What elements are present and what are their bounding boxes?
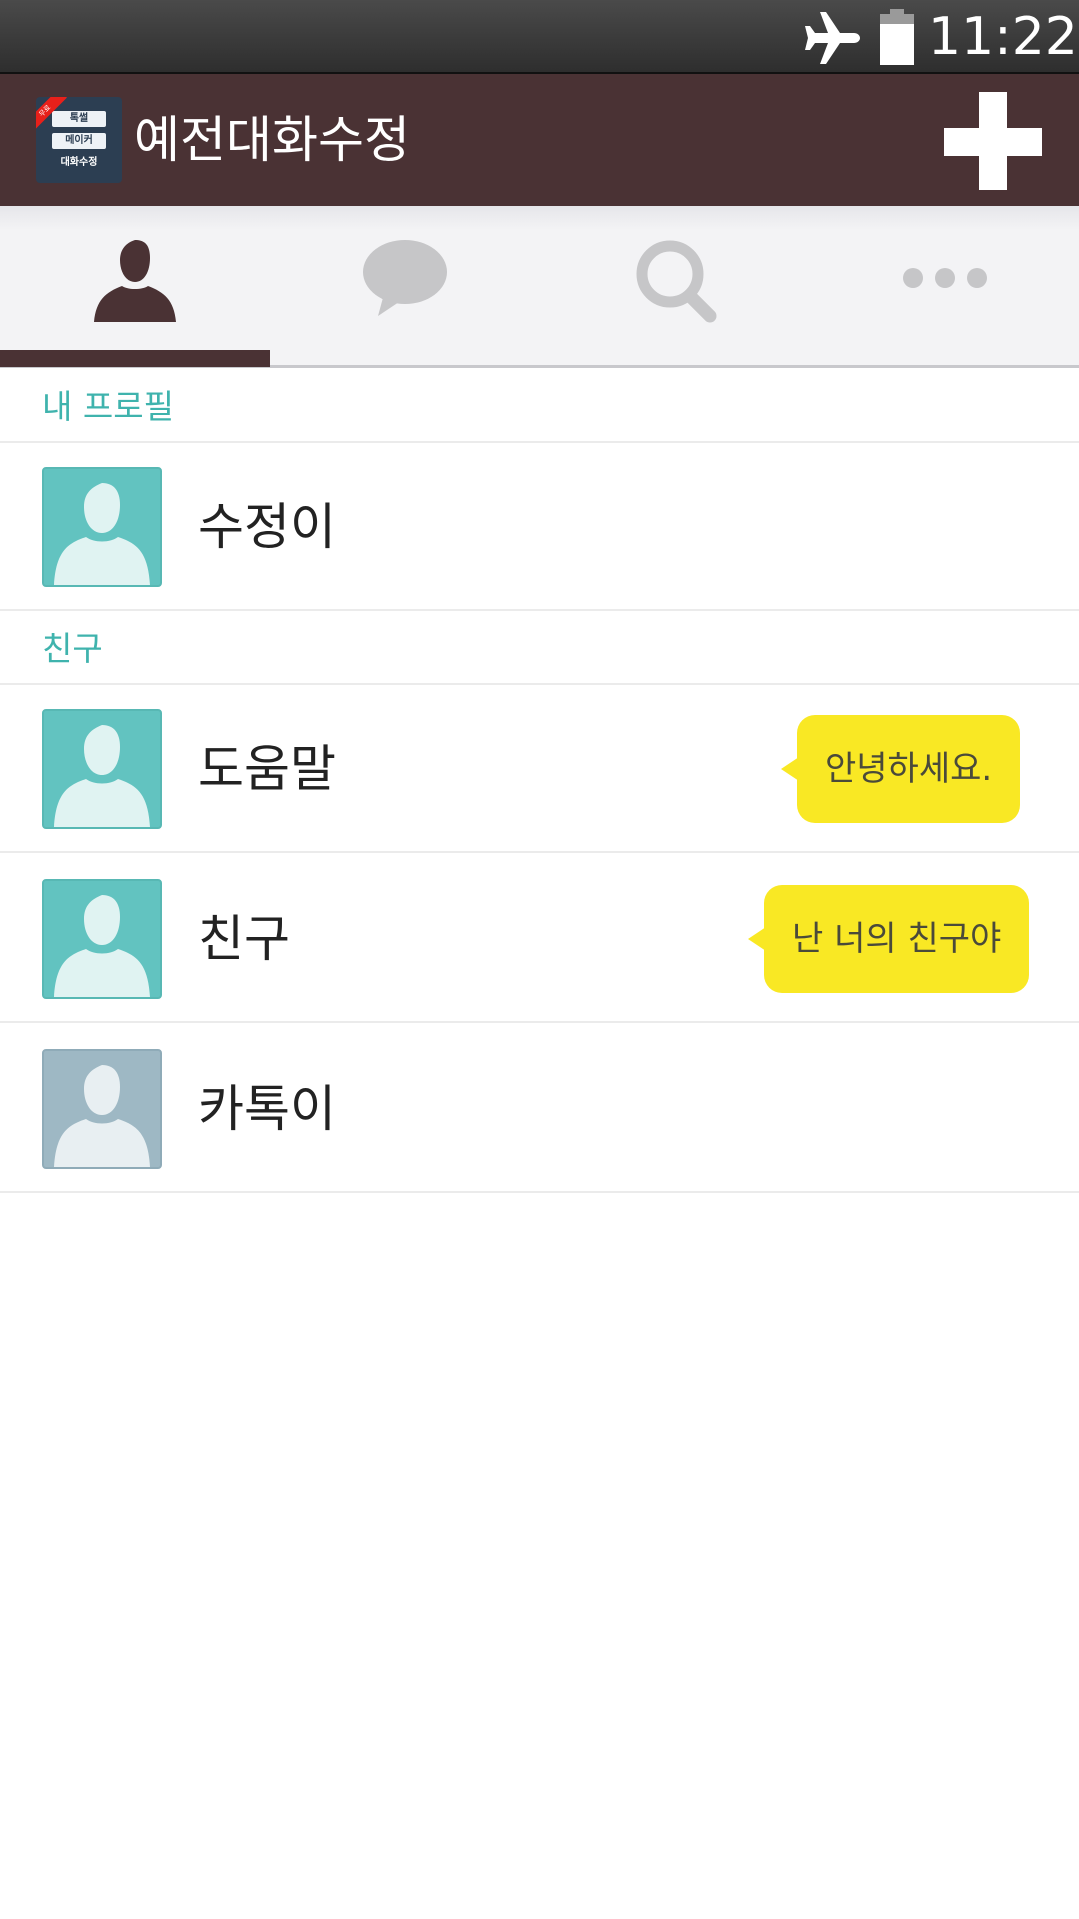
section-header-my-profile: 내 프로필	[0, 371, 1079, 443]
tab-search[interactable]	[540, 206, 810, 365]
profile-name: 수정이	[198, 498, 336, 556]
section-label: 내 프로필	[42, 387, 174, 426]
friend-name: 카톡이	[198, 1080, 336, 1138]
friend-row[interactable]: 카톡이	[0, 1025, 1079, 1193]
tab-friends[interactable]	[0, 206, 270, 367]
friend-name: 친구	[198, 910, 290, 968]
tab-bar	[0, 206, 1079, 368]
app-logo: 톡썰 메이커 대화수정 무료	[36, 97, 122, 183]
chat-bubble-icon	[363, 240, 447, 316]
friend-row[interactable]: 친구 난 너의 친구야	[0, 855, 1079, 1023]
active-tab-indicator	[0, 350, 270, 367]
avatar[interactable]	[42, 467, 162, 587]
status-bar: 11:22	[0, 0, 1079, 74]
clock: 11:22	[928, 7, 1078, 67]
status-message-bubble: 안녕하세요.	[780, 715, 1021, 823]
tab-chats[interactable]	[270, 206, 540, 365]
my-profile-row[interactable]: 수정이	[0, 443, 1079, 611]
section-label: 친구	[42, 629, 103, 668]
default-avatar-icon	[54, 725, 150, 827]
default-avatar-icon	[54, 483, 150, 585]
logo-text-3: 대화수정	[60, 157, 98, 168]
logo-text-2: 메이커	[65, 135, 93, 146]
plus-icon-vertical	[979, 92, 1007, 190]
friend-row[interactable]: 도움말 안녕하세요.	[0, 685, 1079, 853]
tab-more[interactable]	[810, 206, 1079, 365]
default-avatar-icon	[54, 895, 150, 997]
search-icon	[636, 240, 717, 323]
friend-name: 도움말	[198, 740, 336, 798]
avatar[interactable]	[42, 1049, 162, 1169]
avatar[interactable]	[42, 709, 162, 829]
friends-person-icon	[94, 240, 176, 322]
app-title: 예전대화수정	[134, 111, 410, 169]
status-message-bubble: 난 너의 친구야	[747, 885, 1030, 993]
add-button[interactable]	[944, 92, 1042, 190]
default-avatar-icon	[54, 1065, 150, 1167]
battery-icon	[880, 9, 914, 65]
avatar[interactable]	[42, 879, 162, 999]
section-header-friends: 친구	[0, 613, 1079, 685]
airplane-mode-icon	[805, 12, 860, 64]
more-dots-icon	[903, 268, 987, 288]
app-bar: 톡썰 메이커 대화수정 무료 예전대화수정	[0, 74, 1079, 206]
